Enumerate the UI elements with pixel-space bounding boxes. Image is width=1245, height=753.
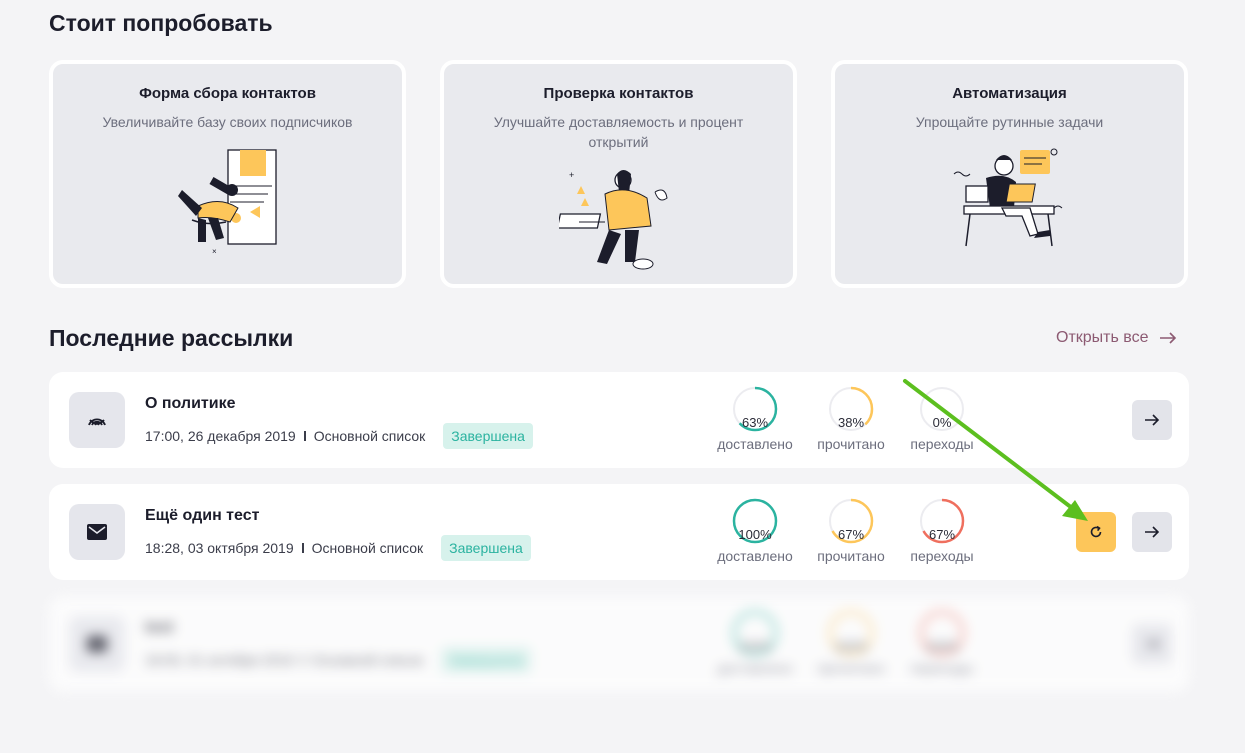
campaign-icon xyxy=(69,616,125,672)
stat-delivered: 100% доставлено xyxy=(710,498,800,564)
stat-percent: 38% xyxy=(837,415,865,430)
promo-card-subtitle: Упрощайте рутинные задачи xyxy=(915,114,1104,130)
promo-card-title: Проверка контактов xyxy=(543,85,694,102)
campaign-list: Основной список xyxy=(311,652,424,668)
promo-card-title: Форма сбора контактов xyxy=(139,85,316,102)
open-campaign-button xyxy=(1132,624,1172,664)
campaign-title[interactable]: О политике xyxy=(145,395,236,413)
meta-separator xyxy=(301,543,304,553)
campaign-date: 17:00, 26 декабря 2019 xyxy=(145,428,296,444)
automation-illustration xyxy=(953,148,1062,247)
campaign-icon xyxy=(69,504,125,560)
contact-form-illustration: × xyxy=(177,149,277,256)
envelope-icon xyxy=(87,524,107,540)
resend-button[interactable] xyxy=(1076,512,1116,552)
stat-percent: 67% xyxy=(837,527,865,542)
stat-percent: 63% xyxy=(741,415,769,430)
stat-delivered: 63% доставлено xyxy=(710,386,800,452)
campaign-meta: 17:00, 26 декабря 2019 Основной список З… xyxy=(145,422,533,450)
stat-delivered: 100% доставлено xyxy=(710,610,800,676)
stat-read: 67% прочитано xyxy=(806,498,896,564)
promo-card-subtitle: Увеличивайте базу своих подписчиков xyxy=(102,114,353,130)
svg-text:×: × xyxy=(212,247,217,256)
section-title-try: Стоит попробовать xyxy=(49,10,273,36)
campaign-date: 18:28, 03 октября 2019 xyxy=(145,540,294,556)
stat-clicks: 0% переходы xyxy=(897,386,987,452)
promo-card-contact-form[interactable]: Форма сбора контактов Увеличивайте базу … xyxy=(49,60,406,288)
open-all-link[interactable]: Открыть все xyxy=(1056,329,1177,347)
open-campaign-button[interactable] xyxy=(1132,512,1172,552)
campaign-row-blurred: test 18:00, 01 октября 2019 Основной спи… xyxy=(49,596,1189,692)
promo-card-automation[interactable]: Автоматизация Упрощайте рутинные задачи xyxy=(831,60,1188,288)
arrow-right-icon xyxy=(1145,414,1160,426)
campaign-list: Основной список xyxy=(311,540,424,556)
status-badge: Завершена xyxy=(443,423,533,449)
campaign-row[interactable]: О политике 17:00, 26 декабря 2019 Основн… xyxy=(49,372,1189,468)
campaign-meta: 18:00, 01 октября 2019 Основной список З… xyxy=(145,646,531,674)
campaign-title: test xyxy=(145,619,174,636)
stat-percent: 67% xyxy=(928,527,956,542)
campaign-date: 18:00, 01 октября 2019 xyxy=(145,652,294,668)
meta-separator xyxy=(303,431,306,441)
stat-percent: 100% xyxy=(834,639,868,654)
stat-read: 100% прочитано xyxy=(806,610,896,676)
stat-percent: 100% xyxy=(738,527,772,542)
broadcast-icon xyxy=(88,418,106,426)
status-badge: Завершена xyxy=(441,647,531,673)
open-campaign-button[interactable] xyxy=(1132,400,1172,440)
refresh-icon xyxy=(1090,525,1102,538)
stat-clicks: 67% переходы xyxy=(897,498,987,564)
meta-separator xyxy=(301,655,304,665)
promo-card-title: Автоматизация xyxy=(952,85,1067,102)
campaign-meta: 18:28, 03 октября 2019 Основной список З… xyxy=(145,534,531,562)
status-badge: Завершена xyxy=(441,535,531,561)
promo-card-contact-check[interactable]: Проверка контактов Улучшайте доставляемо… xyxy=(440,60,797,288)
stat-percent: 100% xyxy=(925,639,959,654)
open-all-label: Открыть все xyxy=(1056,329,1149,346)
campaign-row[interactable]: Ещё один тест 18:28, 03 октября 2019 Осн… xyxy=(49,484,1189,580)
contact-check-illustration: + xyxy=(558,170,668,270)
envelope-icon xyxy=(87,636,107,652)
section-title-recent: Последние рассылки xyxy=(49,325,294,351)
promo-card-subtitle: Улучшайте доставляемость и процент откры… xyxy=(493,114,744,150)
arrow-right-icon xyxy=(1145,526,1160,538)
svg-text:+: + xyxy=(569,170,574,180)
stat-percent: 100% xyxy=(738,639,772,654)
campaign-list: Основной список xyxy=(313,428,426,444)
stat-clicks: 100% переходы xyxy=(897,610,987,676)
campaign-title[interactable]: Ещё один тест xyxy=(145,507,259,525)
arrow-right-icon xyxy=(1145,638,1160,650)
arrow-right-icon xyxy=(1159,332,1176,344)
stat-read: 38% прочитано xyxy=(806,386,896,452)
stat-percent: 0% xyxy=(932,415,952,430)
campaign-icon xyxy=(69,392,125,448)
